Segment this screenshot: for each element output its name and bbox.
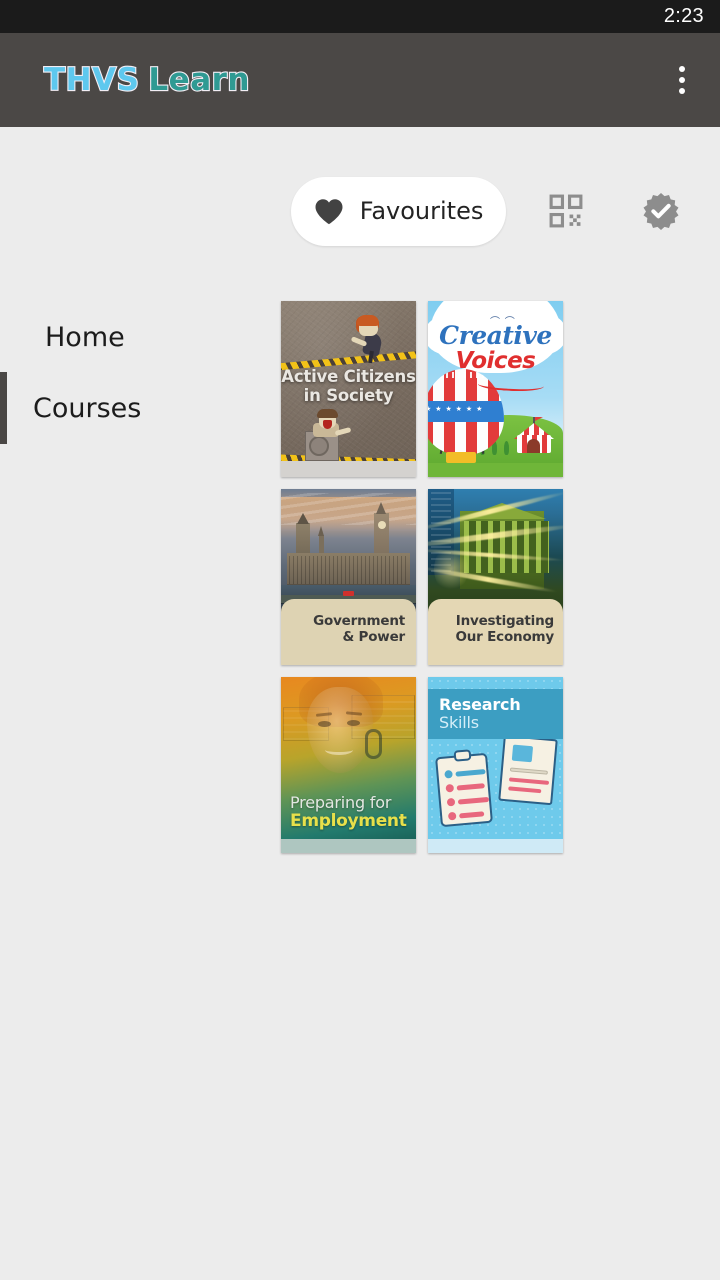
status-bar-clock: 2:23 [663, 5, 704, 27]
sidebar-item-label: Courses [33, 392, 142, 424]
tile-footer-strip [428, 463, 563, 477]
tile-footer-strip [281, 839, 416, 853]
filter-toolbar: Favourites [291, 176, 691, 246]
course-title-line1: Active Citizens [281, 367, 416, 386]
westminster-photo [281, 489, 416, 613]
course-tile-title: Investigating Our Economy [456, 613, 555, 645]
course-title-line2: Employment [290, 811, 407, 831]
brand-part-thvs: THVS [43, 61, 140, 99]
course-tile-research-skills[interactable]: Research Skills [428, 677, 563, 853]
favourites-filter-button[interactable]: Favourites [291, 176, 507, 246]
brand-part-learn: Learn [147, 61, 250, 99]
tile-caption-panel: Investigating Our Economy [428, 599, 563, 665]
shouting-figure-illustration [303, 409, 355, 461]
course-tile-title: Government & Power [313, 613, 405, 645]
tile-caption-panel: Research Skills [428, 689, 563, 739]
course-title-line1: Investigating [455, 613, 554, 629]
content-area: Home Courses Favourites Active Citizens … [0, 127, 720, 1280]
course-tile-title: Research Skills [439, 696, 521, 732]
course-title-line2: Voices [455, 348, 536, 374]
course-title-line1: Creative [439, 321, 552, 350]
app-root: 2:23 THVS Learn Home Courses Favourites … [0, 0, 720, 1280]
verified-badge-icon [643, 193, 679, 230]
course-tile-title: Creative Voices [428, 323, 563, 373]
sidebar-item-courses[interactable]: Courses [0, 372, 275, 444]
document-illustration [498, 734, 558, 806]
favourites-filter-label: Favourites [359, 197, 484, 225]
course-tile-investigating-economy[interactable]: Investigating Our Economy [428, 489, 563, 665]
course-title-line1: Preparing for [290, 793, 392, 812]
course-tile-active-citizens[interactable]: Active Citizens in Society [281, 301, 416, 477]
course-title-line2: Skills [439, 713, 479, 732]
circus-tent-illustration [514, 417, 554, 453]
course-tile-title: Preparing for Employment [290, 793, 410, 831]
verified-badge-button[interactable] [632, 181, 691, 241]
overflow-dot [679, 88, 685, 94]
course-tile-preparing-employment[interactable]: Preparing for Employment [281, 677, 416, 853]
tile-footer-strip [281, 461, 416, 477]
course-tile-title: Active Citizens in Society [281, 367, 416, 405]
course-grid: Active Citizens in Society ★ ★ ★ ★ ★ ★ ⌒… [281, 301, 709, 853]
course-tile-government-power[interactable]: Government & Power [281, 489, 416, 665]
tile-caption-panel: Government & Power [281, 599, 416, 665]
qr-code-button[interactable] [536, 181, 595, 241]
clipboard-illustration [435, 749, 493, 828]
sidebar-item-label: Home [45, 321, 125, 353]
status-bar: 2:23 [0, 0, 720, 33]
course-title-line1: Government [313, 613, 405, 629]
tile-footer-strip [428, 839, 563, 853]
overflow-dot [679, 77, 685, 83]
sidebar-item-home[interactable]: Home [0, 301, 275, 373]
course-title-line1: Research [439, 695, 521, 714]
app-title: THVS Learn [43, 61, 251, 99]
course-title-line2: Our Economy [455, 629, 555, 645]
pulling-figure-illustration [350, 315, 385, 364]
heart-icon [315, 198, 343, 224]
overflow-dot [679, 66, 685, 72]
sidebar-nav: Home Courses [0, 127, 275, 1280]
course-tile-creative-voices[interactable]: ⌒ ⌒ Creative Voices [428, 301, 563, 477]
course-title-line2: & Power [342, 629, 405, 645]
course-title-line2: in Society [303, 386, 394, 405]
overflow-menu-icon[interactable] [662, 53, 702, 107]
qr-code-icon [549, 194, 583, 228]
app-bar: THVS Learn [0, 33, 720, 127]
